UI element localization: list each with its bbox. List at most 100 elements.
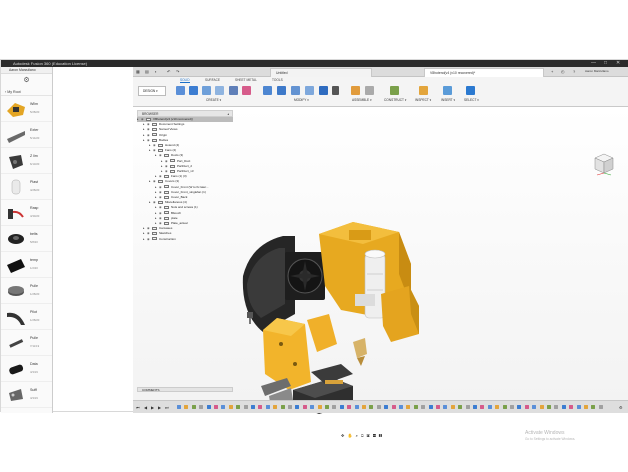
select-menu[interactable]: SELECT ▾: [464, 98, 479, 102]
timeline-feature[interactable]: [495, 405, 500, 409]
undo-icon[interactable]: ↶: [167, 69, 170, 74]
timeline-feature[interactable]: [561, 405, 566, 409]
file-item[interactable]: Suffi 4/3/19: [1, 382, 52, 408]
timeline-feature[interactable]: [517, 405, 522, 409]
timeline-feature[interactable]: [547, 405, 551, 409]
grid-menu-icon[interactable]: ▦: [136, 69, 140, 74]
visibility-eye-icon[interactable]: ◉: [159, 211, 163, 215]
pattern-icon[interactable]: [229, 86, 238, 95]
timeline-feature[interactable]: [487, 405, 492, 409]
visibility-eye-icon[interactable]: ◉: [159, 153, 163, 157]
browser-header[interactable]: BROWSER ◂: [137, 110, 233, 117]
visibility-eye-icon[interactable]: ◉: [159, 185, 163, 189]
press-pull-icon[interactable]: [263, 86, 272, 95]
help-icon[interactable]: ?: [573, 69, 575, 74]
timeline-feature[interactable]: [288, 405, 292, 409]
fit-icon[interactable]: ⊡: [361, 433, 365, 438]
timeline-feature[interactable]: [576, 405, 581, 409]
file-item[interactable]: Plast 4/28/20: [1, 174, 52, 200]
timeline-feature[interactable]: [236, 405, 241, 409]
timeline-feature[interactable]: [332, 405, 337, 409]
visibility-eye-icon[interactable]: ◉: [159, 221, 163, 225]
file-item[interactable]: temp 1/2/20: [1, 252, 52, 278]
timeline-feature[interactable]: [191, 405, 196, 409]
last-step-icon[interactable]: ⏭: [165, 405, 169, 410]
visibility-eye-icon[interactable]: ◉: [159, 190, 163, 194]
display-settings-icon[interactable]: ▣: [367, 433, 371, 438]
visibility-eye-icon[interactable]: ◉: [159, 174, 163, 178]
inspect-menu[interactable]: INSPECT ▾: [415, 98, 431, 102]
ribbon-user[interactable]: Aaron Marzullano: [585, 69, 609, 73]
clock-icon[interactable]: ◴: [561, 69, 565, 74]
timeline-feature[interactable]: [458, 405, 463, 409]
tab-solid[interactable]: SOLID: [180, 78, 190, 83]
orbit-icon[interactable]: ✥: [341, 433, 345, 438]
timeline-feature[interactable]: [251, 405, 255, 409]
grid-settings-icon[interactable]: ▦: [373, 433, 377, 438]
timeline-feature[interactable]: [347, 405, 352, 409]
visibility-eye-icon[interactable]: ◉: [165, 164, 169, 168]
timeline-feature[interactable]: [339, 405, 344, 409]
file-item[interactable]: Exter 5/14/20: [1, 122, 52, 148]
timeline-feature[interactable]: [532, 405, 537, 409]
revolve-icon[interactable]: [202, 86, 211, 95]
play-icon[interactable]: ▶: [151, 405, 154, 410]
timeline-feature[interactable]: [510, 405, 514, 409]
timeline-feature[interactable]: [473, 405, 477, 409]
timeline-feature[interactable]: [295, 405, 300, 409]
visibility-eye-icon[interactable]: ◉: [159, 205, 163, 209]
timeline-settings-icon[interactable]: ⚙: [619, 405, 623, 410]
redo-icon[interactable]: ↷: [176, 69, 179, 74]
timeline-feature[interactable]: [399, 405, 403, 409]
timeline-feature[interactable]: [591, 405, 596, 409]
previous-step-icon[interactable]: ◀: [144, 405, 147, 410]
timeline-feature[interactable]: [258, 405, 263, 409]
viewcube[interactable]: [593, 152, 615, 176]
timeline-feature[interactable]: [362, 405, 366, 409]
timeline-feature[interactable]: [177, 405, 181, 409]
hole-icon[interactable]: [215, 86, 224, 95]
insert-image-icon[interactable]: [443, 86, 452, 95]
timeline-feature[interactable]: [569, 405, 574, 409]
minimize-button[interactable]: —: [591, 60, 596, 67]
workspace-select[interactable]: DESIGN ▾: [138, 86, 166, 96]
timeline-feature[interactable]: [354, 405, 359, 409]
visibility-eye-icon[interactable]: ◉: [147, 138, 151, 142]
next-step-icon[interactable]: ▶: [158, 405, 161, 410]
timeline-feature[interactable]: [480, 405, 485, 409]
timeline-feature[interactable]: [199, 405, 204, 409]
browser-node[interactable]: ▸ ◉ Construction: [143, 237, 176, 242]
visibility-eye-icon[interactable]: ◉: [165, 159, 169, 163]
timeline-feature[interactable]: [369, 405, 374, 409]
timeline-feature[interactable]: [406, 405, 411, 409]
file-item[interactable]: Pulle 7/11/19: [1, 330, 52, 356]
visibility-eye-icon[interactable]: ◉: [141, 117, 145, 121]
timeline-feature[interactable]: [317, 405, 322, 409]
joint-icon[interactable]: [351, 86, 360, 95]
shape-icon[interactable]: [242, 86, 251, 95]
visibility-eye-icon[interactable]: ◉: [153, 143, 157, 147]
visibility-eye-icon[interactable]: ◉: [165, 169, 169, 173]
tab-untitled[interactable]: Untitled: [270, 68, 372, 77]
timeline-feature[interactable]: [221, 405, 226, 409]
file-item[interactable]: Rasp 4/30/20: [1, 200, 52, 226]
visibility-eye-icon[interactable]: ◉: [147, 122, 151, 126]
timeline-feature[interactable]: [391, 405, 396, 409]
file-item[interactable]: Wllm 5/28/20: [1, 96, 52, 122]
timeline-feature[interactable]: [243, 405, 248, 409]
file-item[interactable]: Pilot 1/28/20: [1, 304, 52, 330]
tab-tools[interactable]: TOOLS: [272, 78, 283, 82]
create-menu[interactable]: CREATE ▾: [206, 98, 221, 102]
tab-active-document[interactable]: V8hotend(v4 (v10 recovered)*: [424, 68, 544, 77]
assemble-menu[interactable]: ASSEMBLE ▾: [352, 98, 372, 102]
timeline-feature[interactable]: [413, 405, 418, 409]
timeline-feature[interactable]: [310, 405, 315, 409]
timeline-feature[interactable]: [265, 405, 270, 409]
timeline-feature[interactable]: [384, 405, 389, 409]
visibility-eye-icon[interactable]: ◉: [153, 148, 157, 152]
timeline-feature[interactable]: [302, 405, 307, 409]
construct-menu[interactable]: CONSTRUCT ▾: [384, 98, 406, 102]
timeline-feature[interactable]: [206, 405, 211, 409]
timeline-feature[interactable]: [325, 405, 329, 409]
move-icon[interactable]: [332, 86, 339, 95]
